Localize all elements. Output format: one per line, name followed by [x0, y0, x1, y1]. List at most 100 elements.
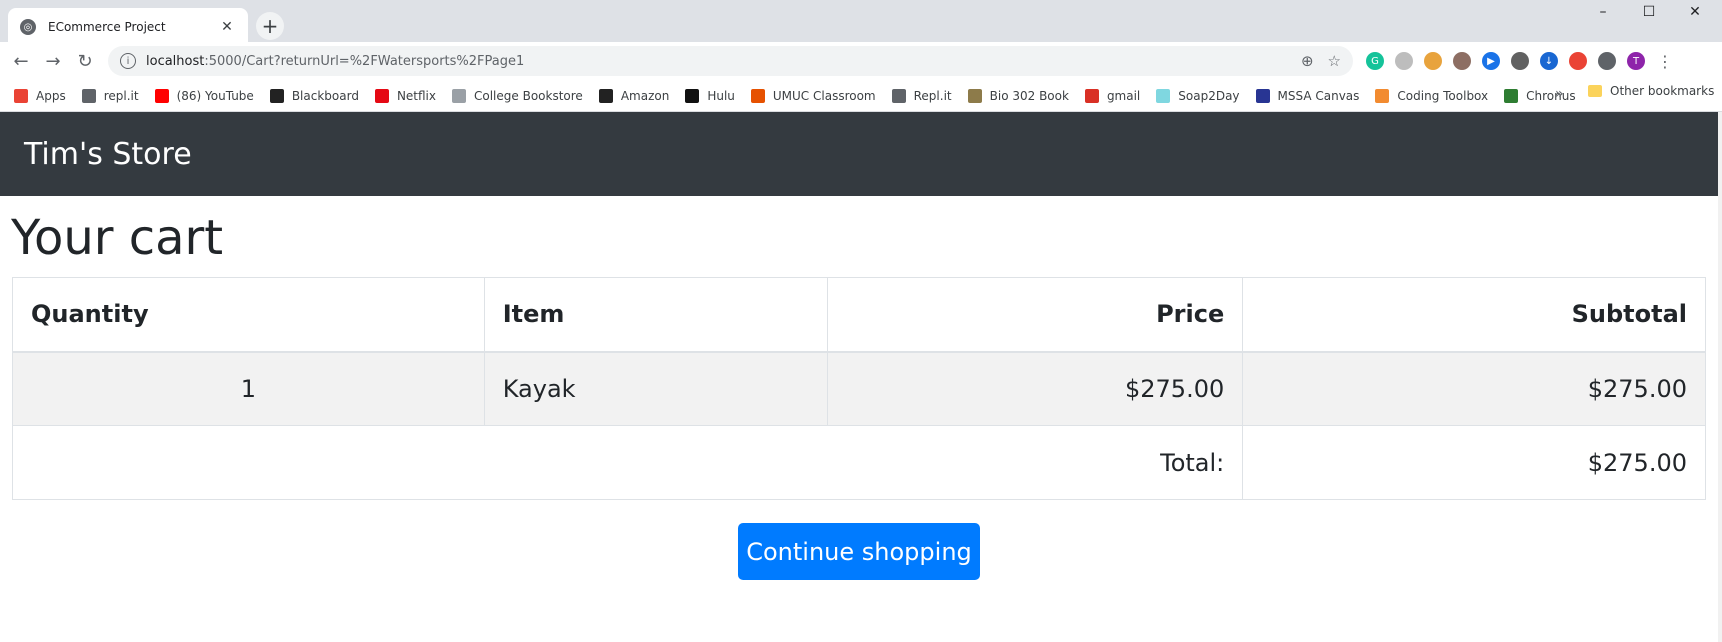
- bookmark-icon: [14, 88, 28, 103]
- bookmark-label: (86) YouTube: [176, 88, 254, 103]
- profile-avatar-icon[interactable]: T: [1627, 52, 1645, 70]
- bookmark-icon: [1504, 88, 1519, 103]
- continue-shopping-button[interactable]: Continue shopping: [738, 523, 980, 580]
- bookmark-label: MSSA Canvas: [1277, 88, 1360, 103]
- other-bookmarks-label: Other bookmarks: [1610, 84, 1715, 98]
- bookmark-icon: [685, 88, 700, 103]
- bookmark-icon: [967, 88, 982, 103]
- address-bar[interactable]: i localhost:5000/Cart?returnUrl=%2FWater…: [108, 46, 1353, 76]
- bookmark-icon: [81, 88, 96, 103]
- bookmark-item[interactable]: Blackboard: [269, 88, 359, 103]
- header-subtotal: Subtotal: [1242, 277, 1706, 353]
- bookmark-label: Amazon: [620, 88, 670, 103]
- bookmark-item[interactable]: Netflix: [374, 88, 436, 103]
- bookmark-label: UMUC Classroom: [772, 88, 876, 103]
- bookmark-label: Chronus: [1526, 88, 1576, 103]
- bookmark-label: Apps: [36, 88, 66, 103]
- table-header-row: Quantity Item Price Subtotal: [12, 277, 1706, 353]
- zoom-icon[interactable]: ⊕: [1301, 52, 1314, 70]
- bookmark-label: Blackboard: [291, 88, 359, 103]
- bookmark-item[interactable]: repl.it: [81, 88, 139, 103]
- reload-button[interactable]: ↻: [72, 48, 98, 74]
- store-navbar: Tim's Store: [0, 112, 1718, 196]
- extension-circles-icon[interactable]: [1511, 52, 1529, 70]
- bookmark-item[interactable]: Soap2Day: [1156, 88, 1240, 103]
- bookmark-label: Netflix: [396, 88, 436, 103]
- extension-red-icon[interactable]: [1569, 52, 1587, 70]
- bookmark-icon: [269, 88, 284, 103]
- extension-multicolor-icon[interactable]: [1424, 52, 1442, 70]
- store-brand[interactable]: Tim's Store: [24, 137, 192, 172]
- bookmarks-bar: Apps repl.it (86) YouTube Blackboard Netflix…: [0, 80, 1722, 112]
- window-close-button[interactable]: ✕: [1672, 0, 1718, 24]
- bookmark-item[interactable]: (86) YouTube: [154, 88, 254, 103]
- bookmark-label: College Bookstore: [474, 88, 583, 103]
- total-value: $275.00: [1242, 425, 1706, 500]
- total-row: Total: $275.00: [11, 425, 1706, 500]
- extension-download-icon[interactable]: ↓: [1540, 52, 1558, 70]
- extension-gray-icon[interactable]: [1395, 52, 1413, 70]
- extension-puzzle-icon[interactable]: [1598, 52, 1616, 70]
- url-path: :5000/Cart?returnUrl=%2FWatersports%2FPa…: [204, 53, 525, 69]
- cell-subtotal: $275.00: [1242, 351, 1706, 426]
- maximize-button[interactable]: ☐: [1626, 0, 1672, 24]
- bookmark-icon: [374, 88, 389, 103]
- bookmark-icon: [750, 88, 765, 103]
- header-item: Item: [483, 277, 828, 353]
- bookmark-item[interactable]: Bio 302 Book: [967, 88, 1069, 103]
- header-quantity: Quantity: [12, 277, 485, 353]
- header-price: Price: [826, 277, 1244, 353]
- cell-item: Kayak: [483, 351, 828, 426]
- cart-table: Quantity Item Price Subtotal 1 Kayak $27…: [11, 277, 1706, 500]
- page-scrollbar[interactable]: [1718, 112, 1722, 642]
- bookmark-icon: [1084, 88, 1099, 103]
- bookmark-item[interactable]: Repl.it: [891, 88, 952, 103]
- bookmark-icon: [154, 88, 169, 103]
- bookmark-label: gmail: [1106, 88, 1141, 103]
- bookmark-item[interactable]: MSSA Canvas: [1255, 88, 1360, 103]
- bookmark-item[interactable]: Hulu: [685, 88, 735, 103]
- bookmark-icon: [891, 88, 906, 103]
- forward-button[interactable]: →: [40, 48, 66, 74]
- grammarly-icon[interactable]: G: [1366, 52, 1384, 70]
- back-button[interactable]: ←: [8, 48, 34, 74]
- cell-price: $275.00: [826, 351, 1244, 426]
- other-bookmarks[interactable]: Other bookmarks: [1588, 84, 1714, 98]
- table-row: 1 Kayak $275.00 $275.00: [12, 351, 1706, 426]
- info-icon[interactable]: i: [120, 53, 136, 69]
- bookmark-icon: [598, 88, 613, 103]
- new-tab-button[interactable]: +: [256, 12, 284, 40]
- cell-quantity: 1: [12, 351, 485, 426]
- bookmark-icon: [1375, 88, 1390, 103]
- bookmark-item[interactable]: Amazon: [598, 88, 670, 103]
- bookmark-item[interactable]: College Bookstore: [452, 88, 583, 103]
- bookmark-label: Repl.it: [913, 88, 952, 103]
- bookmark-label: Soap2Day: [1178, 88, 1240, 103]
- bookmark-item[interactable]: Apps: [14, 88, 66, 103]
- total-label: Total:: [11, 425, 1244, 500]
- bookmarks-overflow-button[interactable]: »: [1555, 86, 1564, 102]
- browser-tab[interactable]: ◎ ECommerce Project ✕: [8, 8, 248, 46]
- extension-faces-icon[interactable]: [1453, 52, 1471, 70]
- bookmark-label: Bio 302 Book: [989, 88, 1069, 103]
- bookmark-label: repl.it: [103, 88, 139, 103]
- bookmark-label: Hulu: [707, 88, 735, 103]
- minimize-button[interactable]: –: [1580, 0, 1626, 24]
- bookmark-icon: [1156, 88, 1171, 103]
- folder-icon: [1588, 85, 1602, 97]
- extension-play-icon[interactable]: ▶: [1482, 52, 1500, 70]
- url-text[interactable]: localhost:5000/Cart?returnUrl=%2FWatersp…: [146, 54, 1287, 69]
- bookmark-label: Coding Toolbox: [1397, 88, 1489, 103]
- bookmark-item[interactable]: Coding Toolbox: [1375, 88, 1489, 103]
- url-host: localhost: [146, 53, 205, 69]
- bookmark-item[interactable]: Chronus: [1504, 88, 1576, 103]
- menu-icon[interactable]: ⋮: [1656, 52, 1674, 71]
- tab-close-icon[interactable]: ✕: [218, 19, 236, 35]
- bookmark-star-icon[interactable]: ☆: [1328, 52, 1341, 70]
- browser-toolbar: ← → ↻ i localhost:5000/Cart?returnUrl=%2…: [0, 42, 1722, 80]
- globe-icon: ◎: [20, 19, 36, 35]
- page-title: Your cart: [11, 210, 224, 266]
- tab-title: ECommerce Project: [48, 20, 166, 34]
- bookmark-item[interactable]: gmail: [1084, 88, 1141, 103]
- bookmark-item[interactable]: UMUC Classroom: [750, 88, 876, 103]
